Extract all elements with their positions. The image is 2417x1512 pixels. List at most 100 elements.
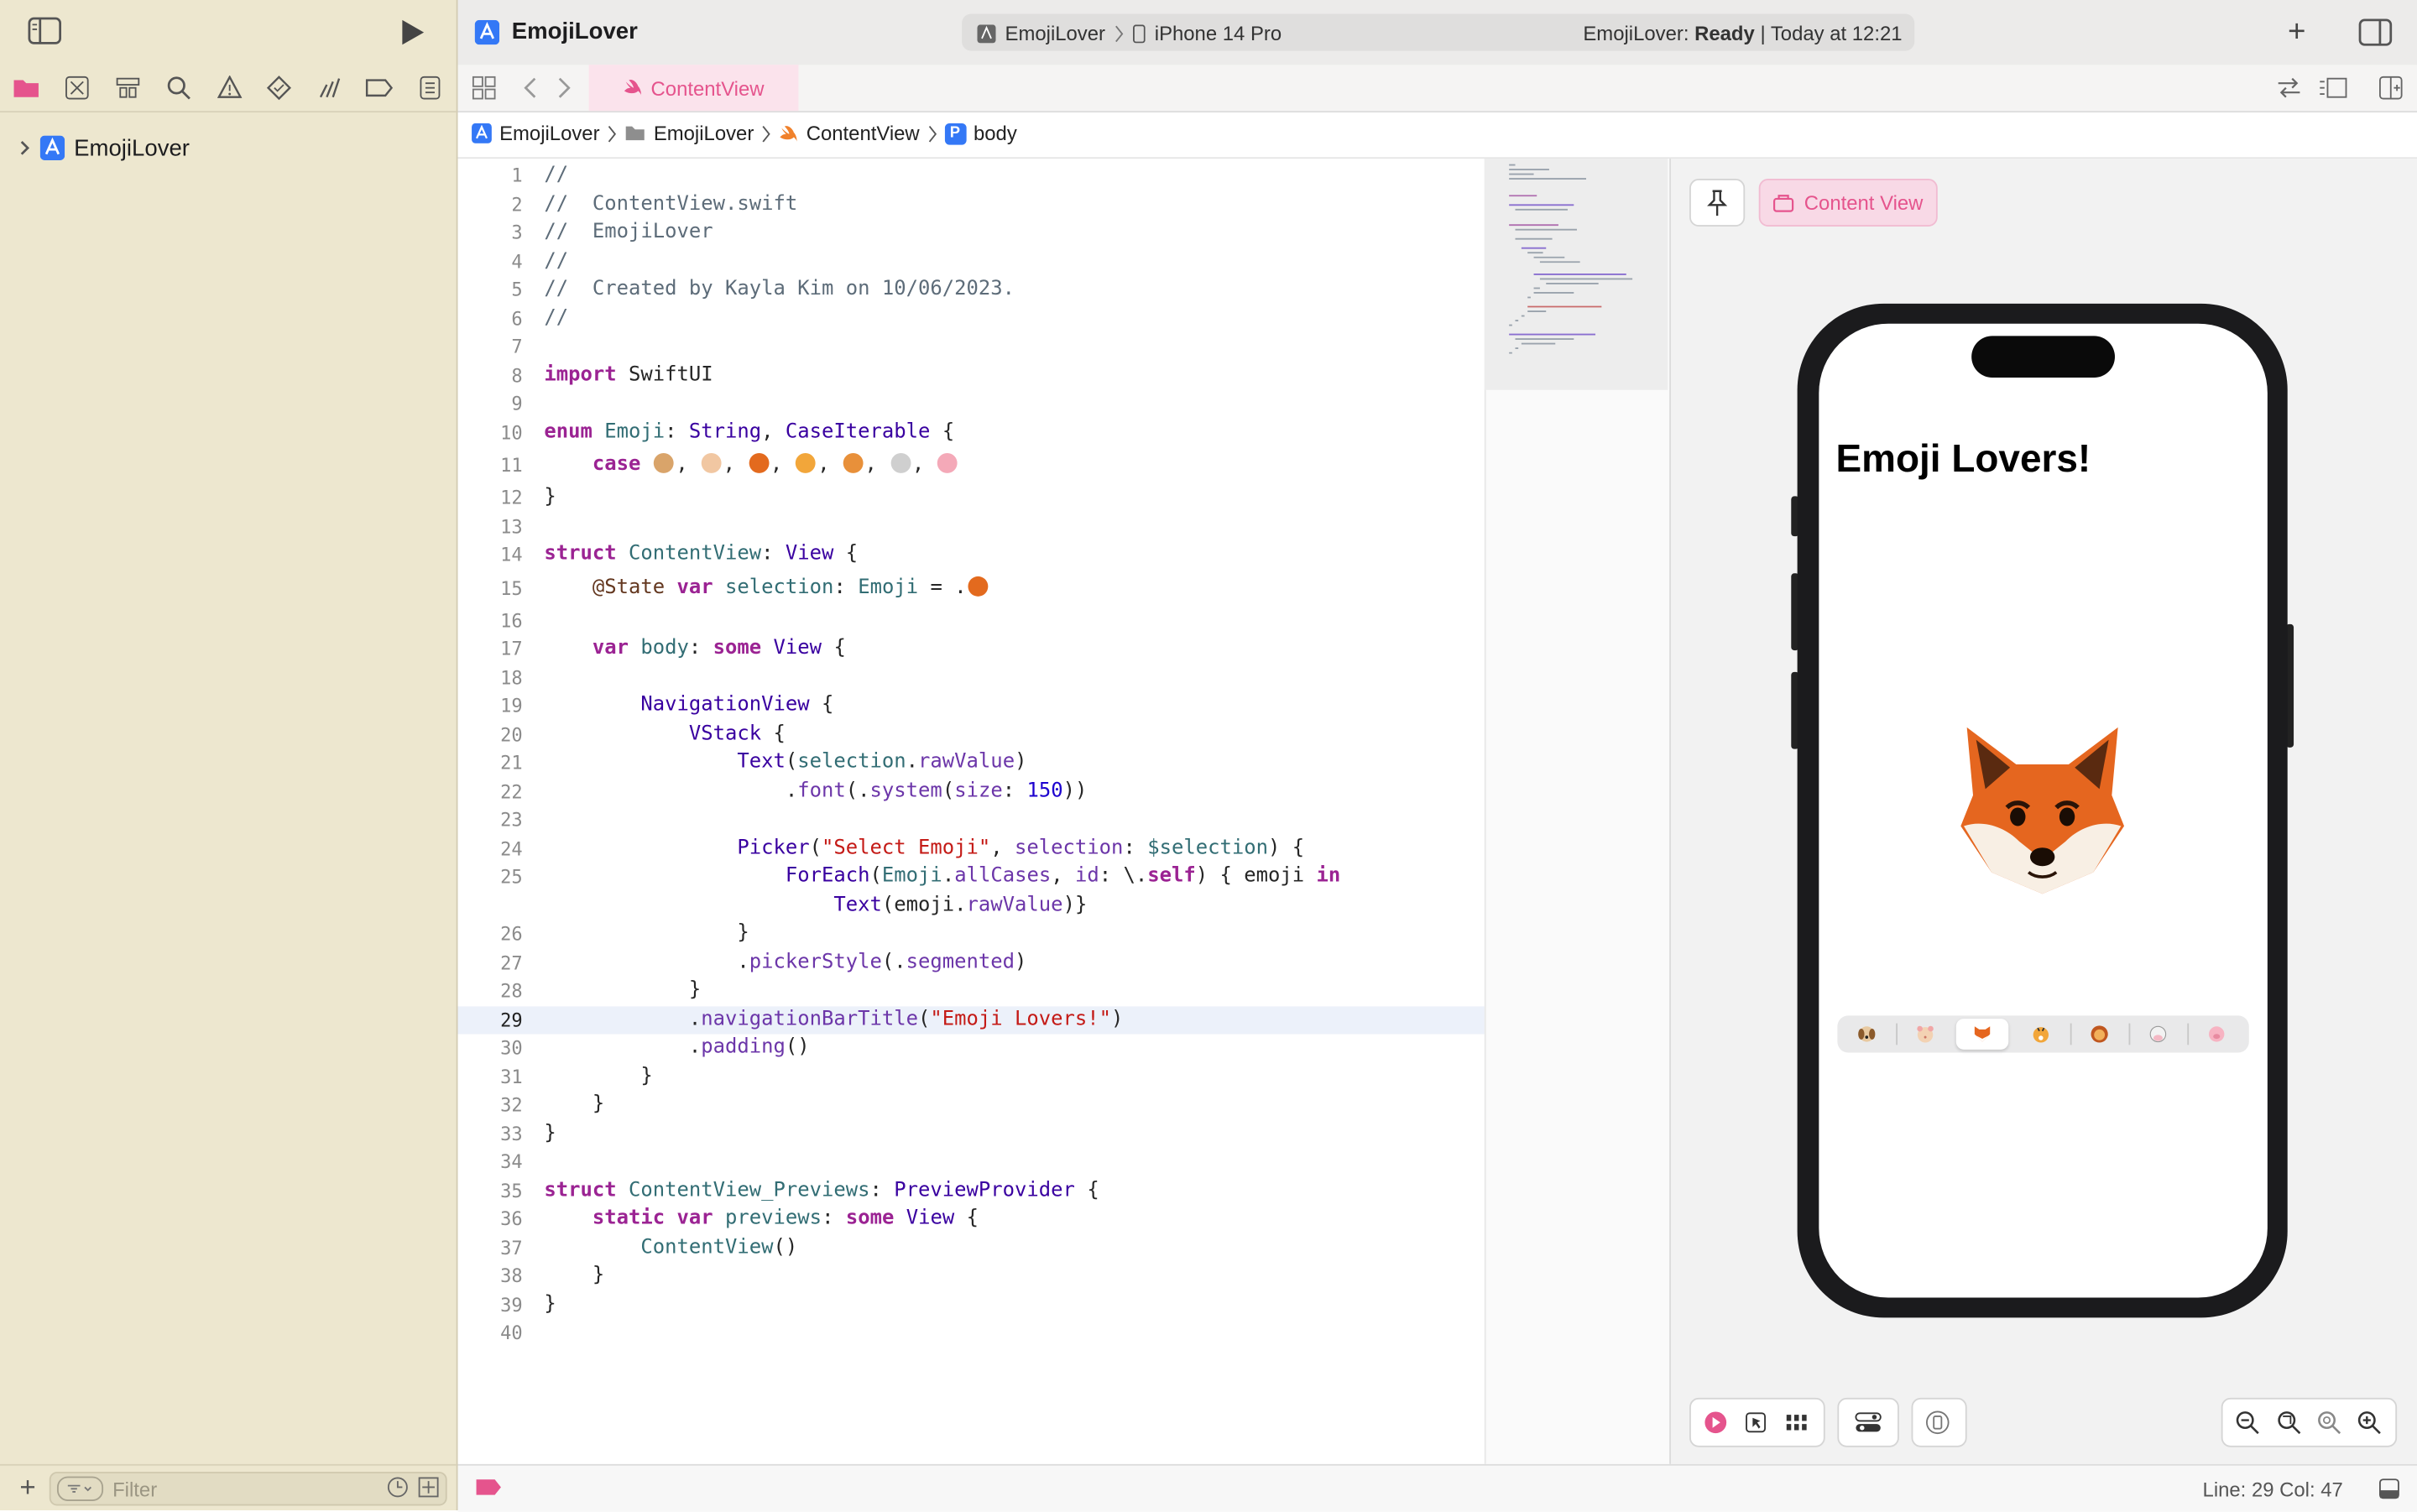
cow-emoji-icon [2148,1025,2167,1043]
breadcrumb-file[interactable]: ContentView [807,122,920,145]
source-editor[interactable]: 1// 2// ContentView.swift 3// EmojiLover… [457,159,1485,1464]
emoji-segmented-picker[interactable] [1837,1015,2249,1053]
recent-files-icon[interactable] [387,1477,409,1499]
chevron-right-icon [1115,23,1124,42]
code-line: 26 } [500,921,749,945]
editor-options-icon[interactable] [2317,76,2351,100]
navigation-title: Emoji Lovers! [1835,437,2091,482]
preview-selector-chip[interactable]: Content View [1758,179,1938,227]
zoom-to-fit-icon[interactable] [2317,1410,2341,1435]
dog-emoji-icon [1857,1025,1876,1043]
run-button[interactable] [394,15,428,49]
selectable-mode-icon[interactable] [1743,1410,1767,1435]
status-state: Ready [1694,21,1755,45]
issue-warning-icon[interactable] [214,74,245,102]
pig-emoji-icon [2207,1025,2226,1043]
code-line: 30 .padding() [500,1035,810,1059]
code-line: Text(emoji.rawValue)} [833,894,1088,917]
tiger-emoji-icon [2032,1025,2050,1043]
folder-icon [624,125,646,142]
segment-fox-selected[interactable] [1955,1019,2009,1050]
test-diamond-icon[interactable] [264,74,295,102]
related-items-icon[interactable] [472,76,496,100]
xcode-app-icon [474,18,500,44]
code-review-icon[interactable] [2275,76,2303,100]
property-badge: P [944,123,966,144]
pin-preview-button[interactable] [1689,179,1746,227]
breakpoint-tag-icon[interactable] [475,1478,503,1496]
symbol-icon[interactable] [112,74,144,102]
add-icon[interactable]: + [15,1471,39,1502]
split-editor-icon[interactable] [2377,76,2404,100]
segment-divider [1896,1023,1898,1045]
search-icon[interactable] [164,74,195,102]
back-arrow-icon[interactable] [521,76,540,100]
xcode-project-icon [472,123,492,143]
minimap-visible-region[interactable] [1484,159,1668,390]
segment-hamster[interactable] [1899,1019,1951,1050]
breakpoint-icon[interactable] [363,74,394,102]
code-line: 14 struct ContentView: View { [500,542,859,566]
zoom-out-icon[interactable] [2235,1410,2259,1435]
code-line: 8 import SwiftUI [511,363,713,388]
breadcrumb-folder[interactable]: EmojiLover [654,122,754,145]
filter-scope-icon[interactable] [418,1477,440,1499]
code-line: 27 .pickerStyle(.segmented) [500,951,1027,974]
zoom-controls [2221,1397,2398,1447]
segment-tiger[interactable] [2015,1019,2067,1050]
chevron-right-icon [608,124,617,143]
report-icon[interactable] [415,74,446,102]
swift-file-icon [779,124,799,143]
breadcrumb: EmojiLover EmojiLover ContentView P body [457,112,2417,159]
navigator-sidebar [0,0,458,1510]
swift-file-icon [623,79,643,97]
inspector-toggle-icon[interactable] [2358,17,2393,48]
code-line: 10 enum Emoji: String, CaseIterable { [500,420,955,444]
debug-icon[interactable] [315,74,346,102]
zoom-in-icon[interactable] [2357,1410,2381,1435]
activity-view[interactable]: EmojiLover iPhone 14 Pro EmojiLover: Rea… [962,13,1915,51]
preview-mode-controls [1689,1397,1825,1447]
segment-cow[interactable] [2132,1019,2184,1050]
status-time: | Today at 12:21 [1760,21,1903,45]
breadcrumb-symbol[interactable]: body [974,122,1017,145]
live-mode-icon[interactable] [1704,1410,1728,1435]
code-line: 7 [511,336,523,358]
chevron-right-icon [927,124,937,143]
chevron-right-icon [761,124,770,143]
tab-contentview[interactable]: ContentView [588,65,799,112]
fox-emoji-small-icon [1973,1025,1992,1043]
segment-lion[interactable] [2073,1019,2125,1050]
code-line: 32 } [500,1092,605,1116]
scheme-selector[interactable]: EmojiLover iPhone 14 Pro [977,22,1282,45]
code-line: 16 [500,610,523,633]
sidebar-toggle-icon[interactable] [28,15,62,46]
code-line: 4// [511,249,569,274]
code-line: 19 NavigationView { [500,693,834,717]
code-line: 35 struct ContentView_Previews: PreviewPr… [500,1179,1099,1202]
build-status: EmojiLover: Ready | Today at 12:21 [1583,22,1902,45]
source-control-icon[interactable] [61,74,92,102]
preview-view-icon [1773,194,1795,212]
disclosure-chevron-icon[interactable] [18,140,31,155]
breadcrumb-project[interactable]: EmojiLover [499,122,599,145]
code-line: 39} [500,1293,556,1316]
filter-field[interactable]: Filter [49,1472,447,1506]
code-line: 38 } [500,1264,605,1287]
add-library-icon[interactable]: + [2283,14,2310,48]
project-tree-item[interactable]: EmojiLover [18,133,190,164]
variants-grid-icon[interactable] [1783,1410,1811,1435]
zoom-actual-size-icon[interactable] [2277,1410,2301,1435]
debug-area-toggle-icon[interactable] [2377,1477,2401,1501]
code-line: 3// EmojiLover [511,220,713,244]
canvas-settings-button[interactable] [1837,1397,1899,1447]
folder-icon[interactable] [11,74,42,102]
preview-chip-label: Content View [1804,190,1924,215]
segment-dog[interactable] [1840,1019,1892,1050]
status-app: EmojiLover: [1583,21,1689,45]
filter-options-icon[interactable] [56,1476,104,1501]
run-destination[interactable]: iPhone 14 Pro [1155,22,1282,45]
segment-pig[interactable] [2190,1019,2242,1050]
forward-arrow-icon[interactable] [555,76,573,100]
device-selector-button[interactable] [1911,1397,1967,1447]
